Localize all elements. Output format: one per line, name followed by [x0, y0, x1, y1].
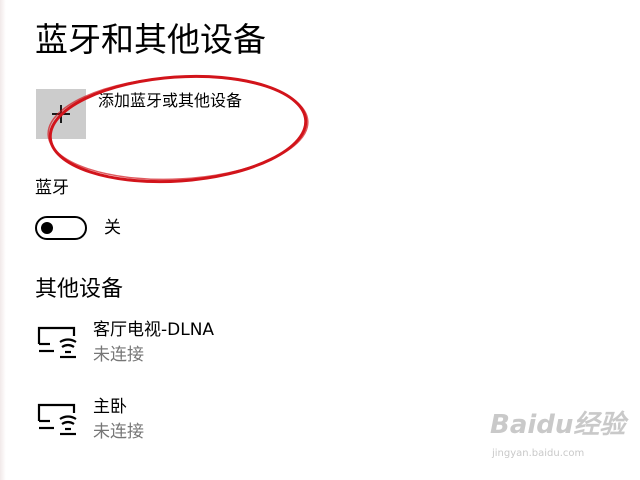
device-name: 客厅电视-DLNA — [93, 320, 215, 340]
media-device-icon — [37, 326, 77, 359]
add-device-button[interactable]: 添加蓝牙或其他设备 — [36, 89, 376, 141]
device-item[interactable]: 客厅电视-DLNA 未连接 — [36, 318, 336, 368]
device-name: 主卧 — [93, 397, 127, 417]
bluetooth-toggle[interactable] — [35, 216, 87, 240]
device-status: 未连接 — [93, 345, 144, 365]
add-device-label: 添加蓝牙或其他设备 — [98, 91, 243, 110]
watermark-url: jingyan.baidu.com — [492, 448, 585, 459]
plus-icon — [52, 105, 70, 123]
toggle-knob — [41, 222, 53, 234]
other-devices-title: 其他设备 — [35, 277, 124, 302]
watermark-logo: Baidu经验 — [490, 410, 626, 440]
bluetooth-toggle-state: 关 — [104, 218, 121, 238]
page-title: 蓝牙和其他设备 — [35, 20, 266, 59]
bluetooth-label: 蓝牙 — [35, 178, 69, 198]
baidu-watermark: Baidu经验 jingyan.baidu.com — [490, 410, 630, 470]
device-status: 未连接 — [93, 422, 144, 442]
add-device-tile[interactable] — [36, 89, 86, 139]
window-edge — [0, 0, 6, 480]
device-item[interactable]: 主卧 未连接 — [36, 395, 336, 445]
media-device-icon — [37, 403, 77, 436]
settings-page: 蓝牙和其他设备 添加蓝牙或其他设备 蓝牙 关 其他设备 客厅电视-DLNA 未连… — [0, 0, 640, 480]
